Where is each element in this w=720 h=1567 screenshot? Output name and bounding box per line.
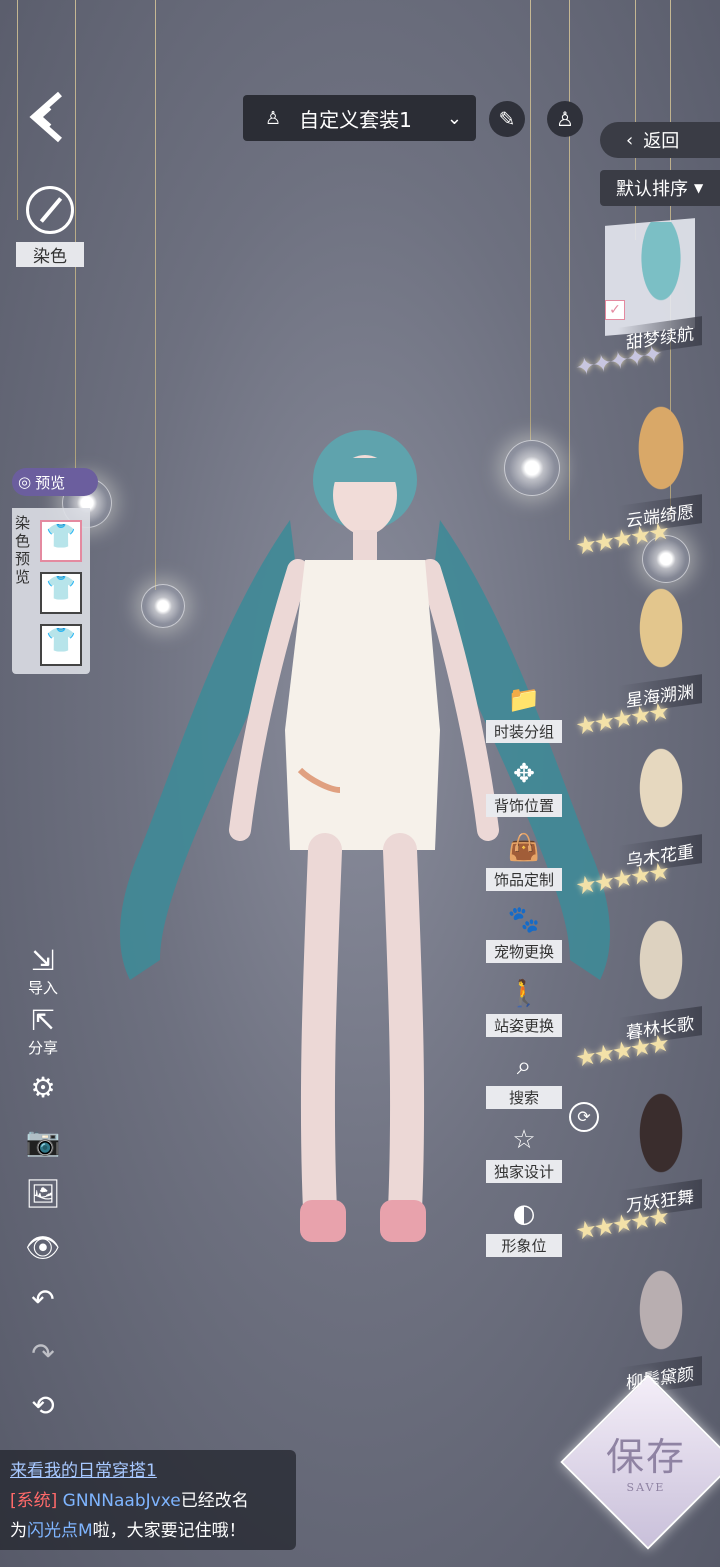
image-slot-button[interactable]: ◐ 形象位: [486, 1196, 562, 1257]
dye-label: 染色: [16, 242, 84, 267]
redo-button[interactable]: ↷: [22, 1338, 64, 1370]
search-button[interactable]: ⌕ 搜索: [486, 1048, 562, 1109]
import-label: 导入: [27, 979, 58, 997]
share-button[interactable]: ⇱ 分享: [22, 1005, 64, 1058]
chevron-down-icon: ⌄: [446, 107, 462, 129]
chat-text: 已经改名: [180, 1491, 249, 1511]
shirt-icon: 👕: [46, 626, 76, 654]
lamp-wire: [530, 0, 531, 440]
outfit-group-label: 时装分组: [486, 720, 562, 743]
dye-slot[interactable]: 👕: [40, 624, 82, 666]
chat-link[interactable]: 来看我的日常穿搭1: [10, 1461, 157, 1481]
folder-icon: 📁: [507, 685, 541, 715]
gear-icon: ⚙: [30, 1071, 56, 1104]
undo-button[interactable]: ↶: [22, 1284, 64, 1316]
outfit-group-button[interactable]: 📁 时装分组: [486, 682, 562, 743]
exclusive-design-button[interactable]: ☆ 独家设计: [486, 1122, 562, 1183]
return-button[interactable]: ‹ 返回: [600, 122, 720, 158]
old-name: GNNNaabJvxe: [62, 1491, 181, 1511]
preview-toggle[interactable]: ◎ 预览: [12, 468, 98, 496]
reset-icon: ⟲: [31, 1389, 55, 1422]
accessory-custom-label: 饰品定制: [486, 868, 562, 891]
dress-icon: ♙: [265, 107, 282, 129]
chat-text: 啦，大家要记住哦！: [92, 1521, 246, 1541]
shirt-icon: 👕: [46, 522, 76, 550]
palette-icon: [26, 186, 74, 234]
star-icon: ☆: [512, 1125, 536, 1155]
pet-change-label: 宠物更换: [486, 940, 562, 963]
hair-item[interactable]: 万妖狂舞 ★★★★★: [573, 1085, 720, 1255]
outfit-name: 自定义套装1: [299, 107, 412, 132]
pose-change-button[interactable]: 🚶 站姿更换: [486, 976, 562, 1037]
chat-text: 为: [10, 1521, 27, 1541]
share-icon: ⇱: [31, 1004, 55, 1037]
star-rating: ✦✦✦✦✦: [573, 339, 663, 383]
chevron-left-icon: ‹: [626, 129, 634, 151]
shirt-icon: 👕: [46, 574, 76, 602]
dye-preview-title: 染色预览: [15, 514, 31, 586]
rotate-icon: ⟳: [577, 1107, 591, 1126]
dress-icon: ♙: [556, 107, 574, 131]
camera-icon: 📷: [25, 1125, 61, 1158]
import-icon: ⇲: [31, 944, 55, 977]
gallery-button[interactable]: 🖼: [22, 1178, 64, 1210]
camera-button[interactable]: 📷: [22, 1126, 64, 1158]
back-button[interactable]: [26, 90, 70, 144]
portrait-icon: ◐: [512, 1199, 536, 1229]
reset-button[interactable]: ⟲: [22, 1390, 64, 1422]
dye-preview-panel: ◎ 预览 染色预览 👕 👕 👕: [12, 468, 98, 674]
undo-icon: ↶: [31, 1283, 55, 1316]
hair-item[interactable]: 星海溯渊 ★★★★★: [573, 580, 720, 750]
rotate-button[interactable]: ⟳: [569, 1102, 599, 1132]
redo-icon: ↷: [31, 1337, 55, 1370]
brush-button[interactable]: ✎: [489, 101, 525, 137]
check-icon: ✓: [605, 300, 625, 320]
new-name: 闪光点M: [27, 1521, 93, 1541]
dye-slot[interactable]: 👕: [40, 572, 82, 614]
save-label: 保存: [605, 1435, 686, 1479]
accessory-custom-button[interactable]: 👜 饰品定制: [486, 830, 562, 891]
hair-item[interactable]: 乌木花重 ★★★★★: [573, 740, 720, 910]
hair-item[interactable]: ✓ 甜梦续航 ✦✦✦✦✦: [573, 218, 720, 392]
eye-icon: 👁: [25, 1231, 61, 1264]
share-label: 分享: [27, 1039, 58, 1057]
save-button[interactable]: 保存 SAVE: [586, 1400, 706, 1520]
hair-item[interactable]: 暮林长歌 ★★★★★: [573, 912, 720, 1082]
chat-box[interactable]: 来看我的日常穿搭1 [系统] GNNNaabJvxe已经改名 为闪光点M啦，大家…: [0, 1450, 296, 1550]
hair-item[interactable]: 云端绮愿 ★★★★★: [573, 400, 720, 570]
pose-change-label: 站姿更换: [486, 1014, 562, 1037]
pet-change-button[interactable]: 🐾 宠物更换: [486, 902, 562, 963]
settings-button[interactable]: ⚙: [22, 1072, 64, 1104]
exclusive-design-label: 独家设计: [486, 1160, 562, 1183]
import-button[interactable]: ⇲ 导入: [22, 945, 64, 998]
image-icon: 🖼: [25, 1177, 61, 1210]
return-label: 返回: [643, 131, 680, 152]
dye-slot[interactable]: 👕: [40, 520, 82, 562]
preview-label: 预览: [35, 473, 66, 492]
back-accessory-button[interactable]: ✥ 背饰位置: [486, 756, 562, 817]
outfit-button[interactable]: ♙: [547, 101, 583, 137]
caret-down-icon: ▼: [694, 181, 704, 195]
sort-dropdown[interactable]: 默认排序 ▼: [600, 170, 720, 206]
visibility-button[interactable]: 👁: [22, 1232, 64, 1264]
search-label: 搜索: [486, 1086, 562, 1109]
paw-icon: 🐾: [507, 905, 541, 935]
brush-icon: ✎: [498, 107, 516, 131]
search-icon: ⌕: [516, 1051, 532, 1081]
back-accessory-label: 背饰位置: [486, 794, 562, 817]
outfit-selector[interactable]: ♙ 自定义套装1 ⌄: [243, 95, 476, 141]
move-icon: ✥: [513, 759, 535, 789]
bag-icon: 👜: [507, 833, 541, 863]
system-tag: [系统]: [10, 1491, 58, 1511]
back-arrow-icon: [29, 91, 62, 143]
person-icon: 🚶: [507, 979, 541, 1009]
save-sub-label: SAVE: [626, 1481, 666, 1494]
dye-button[interactable]: 染色: [16, 186, 84, 267]
magnify-icon: ◎: [18, 473, 32, 491]
image-slot-label: 形象位: [486, 1234, 562, 1257]
sort-label: 默认排序: [616, 179, 688, 200]
